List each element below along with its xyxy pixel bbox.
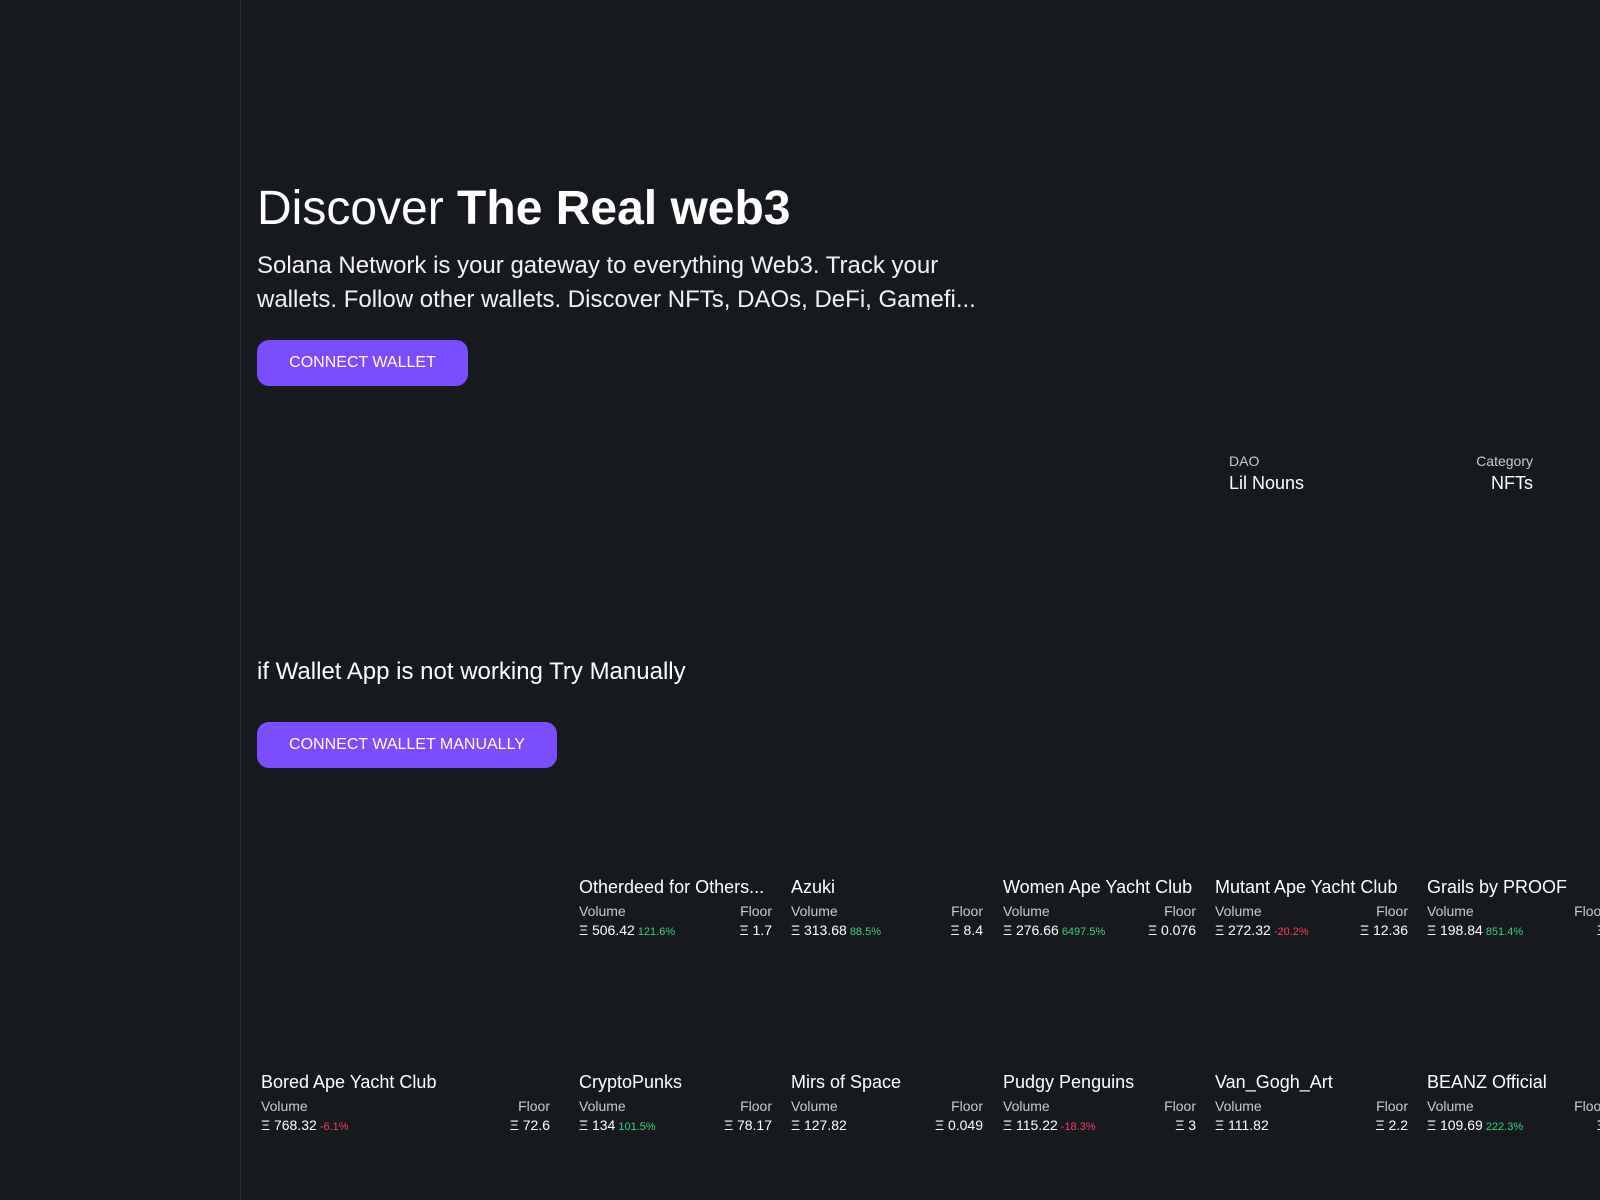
volume-label: Volume [1215, 903, 1262, 919]
floor-label: Floor [1164, 1098, 1196, 1114]
floor-label: Floor [1164, 903, 1196, 919]
collection-card[interactable]: Bored Ape Yacht Club Volume Floor Ξ 768.… [261, 1071, 550, 1151]
volume-change: 121.6% [637, 926, 676, 938]
volume-label: Volume [791, 1098, 838, 1114]
floor-value: Ξ 1.7 [739, 922, 772, 938]
volume-label: Volume [1003, 903, 1050, 919]
volume-value: Ξ 134 [579, 1117, 616, 1133]
volume-change: 6497.5% [1061, 926, 1106, 938]
collection-name: Azuki [791, 877, 836, 897]
volume-change: 851.4% [1485, 926, 1524, 938]
volume-value-row: Ξ 272.32 -20.2% [1215, 922, 1309, 938]
volume-label: Volume [579, 1098, 626, 1114]
featured-category-value[interactable]: NFTs [1491, 473, 1533, 494]
hero-title-plain: Discover [257, 182, 444, 235]
hero-title: Discover The Real web3 [257, 181, 791, 237]
floor-value: Ξ 12.36 [1359, 922, 1408, 938]
collection-card[interactable]: Mutant Ape Yacht Club Volume Floor Ξ 272… [1215, 876, 1408, 956]
floor-label: Floor [1376, 903, 1408, 919]
collection-name: Mirs of Space [791, 1072, 902, 1092]
floor-label: Floor [1574, 1098, 1600, 1114]
collection-card[interactable]: Grails by PROOF Volume Floor Ξ 198.84851… [1427, 876, 1600, 956]
volume-change: -20.2% [1273, 926, 1309, 938]
collection-name: Grails by PROOF [1427, 877, 1568, 897]
collection-name: Mutant Ape Yacht Club [1215, 877, 1398, 897]
floor-value: Ξ 78.17 [723, 1117, 772, 1133]
volume-value-row: Ξ 506.42 121.6% [579, 922, 675, 938]
collection-card[interactable]: Otherdeed for Others... Volume Floor Ξ 5… [579, 876, 772, 956]
collection-name: Otherdeed for Others... [579, 877, 765, 897]
collection-card[interactable]: CryptoPunks Volume Floor Ξ 134 101.5% Ξ 7… [579, 1071, 772, 1151]
volume-change: -6.1% [319, 1121, 349, 1133]
volume-label: Volume [1003, 1098, 1050, 1114]
floor-value: Ξ 0.076 [1147, 922, 1196, 938]
collection-card[interactable]: Van_Gogh_Art Volume Floor Ξ 111.82 Ξ 2.2 [1215, 1071, 1408, 1151]
hero-subtitle: Solana Network is your gateway to everyt… [257, 252, 976, 313]
volume-value: Ξ 198.84 [1427, 922, 1483, 938]
connect-wallet-manually-button[interactable]: CONNECT WALLET MANUALLY [257, 722, 557, 768]
floor-value: Ξ 8.4 [950, 922, 983, 938]
volume-change: 88.5% [849, 926, 882, 938]
volume-label: Volume [579, 903, 626, 919]
floor-value: Ξ 72.6 [509, 1117, 550, 1133]
volume-value-row: Ξ 276.66 6497.5% [1003, 922, 1105, 938]
featured-category-label: Category [1476, 453, 1533, 469]
volume-value-row: Ξ 313.68 88.5% [791, 922, 881, 938]
volume-value: Ξ 768.32 [261, 1117, 317, 1133]
volume-label: Volume [1427, 903, 1474, 919]
collection-name: Bored Ape Yacht Club [261, 1072, 437, 1092]
volume-label: Volume [1427, 1098, 1474, 1114]
collection-name: Van_Gogh_Art [1215, 1072, 1333, 1092]
floor-label: Floor [951, 903, 983, 919]
collection-card[interactable]: Azuki Volume Floor Ξ 313.68 88.5% Ξ 8.4 [791, 876, 983, 956]
collection-name: BEANZ Official [1427, 1072, 1547, 1092]
collection-card[interactable]: Pudgy Penguins Volume Floor Ξ 115.22 -18.… [1003, 1071, 1196, 1151]
connect-wallet-button[interactable]: CONNECT WALLET [257, 340, 468, 386]
floor-label: Floor [740, 903, 772, 919]
volume-value-row: Ξ 127.82 [791, 1117, 850, 1133]
collection-name: CryptoPunks [579, 1072, 683, 1092]
collection-card[interactable]: Women Ape Yacht Club Volume Floor Ξ 276.… [1003, 876, 1196, 956]
volume-value: Ξ 506.42 [579, 922, 635, 938]
sidebar [0, 0, 241, 1200]
collection-name: Women Ape Yacht Club [1003, 877, 1193, 897]
volume-value: Ξ 111.82 [1215, 1117, 1269, 1133]
volume-value: Ξ 109.69 [1427, 1117, 1483, 1133]
volume-label: Volume [1215, 1098, 1262, 1114]
featured-dao-label: DAO [1229, 453, 1260, 469]
collection-card[interactable]: Mirs of Space Volume Floor Ξ 127.82 Ξ 0.… [791, 1071, 983, 1151]
collection-card[interactable]: BEANZ Official Volume Floor Ξ 109.69222.… [1427, 1071, 1600, 1151]
floor-value: Ξ 3 [1175, 1117, 1196, 1133]
manual-connect-note: if Wallet App is not working Try Manuall… [257, 658, 686, 685]
floor-value: Ξ 2.2 [1375, 1117, 1408, 1133]
floor-label: Floor [1376, 1098, 1408, 1114]
featured-dao-value[interactable]: Lil Nouns [1229, 473, 1304, 494]
volume-change: -18.3% [1060, 1121, 1096, 1133]
volume-value-row: Ξ 768.32 -6.1% [261, 1117, 349, 1133]
hero-title-bold: The Real web3 [457, 182, 791, 235]
volume-value-row: Ξ 198.84 851.4% [1427, 922, 1523, 938]
floor-label: Floor [518, 1098, 550, 1114]
volume-value-row: Ξ 115.22 -18.3% [1003, 1117, 1096, 1133]
app-root: Discover The Real web3 Solana Network is… [0, 0, 1600, 1200]
floor-value: Ξ 0.049 [934, 1117, 983, 1133]
floor-label: Floor [1574, 903, 1600, 919]
floor-label: Floor [740, 1098, 772, 1114]
volume-value: Ξ 276.66 [1003, 922, 1059, 938]
volume-label: Volume [791, 903, 838, 919]
volume-value-row: Ξ 111.82 [1215, 1117, 1272, 1133]
volume-change: 222.3% [1485, 1121, 1524, 1133]
floor-label: Floor [951, 1098, 983, 1114]
volume-value-row: Ξ 109.69 222.3% [1427, 1117, 1523, 1133]
volume-label: Volume [261, 1098, 308, 1114]
volume-value: Ξ 115.22 [1003, 1117, 1058, 1133]
volume-value: Ξ 313.68 [791, 922, 847, 938]
volume-change: 101.5% [618, 1121, 656, 1133]
volume-value: Ξ 272.32 [1215, 922, 1271, 938]
volume-value-row: Ξ 134 101.5% [579, 1117, 656, 1133]
volume-value: Ξ 127.82 [791, 1117, 847, 1133]
collection-name: Pudgy Penguins [1003, 1072, 1135, 1092]
